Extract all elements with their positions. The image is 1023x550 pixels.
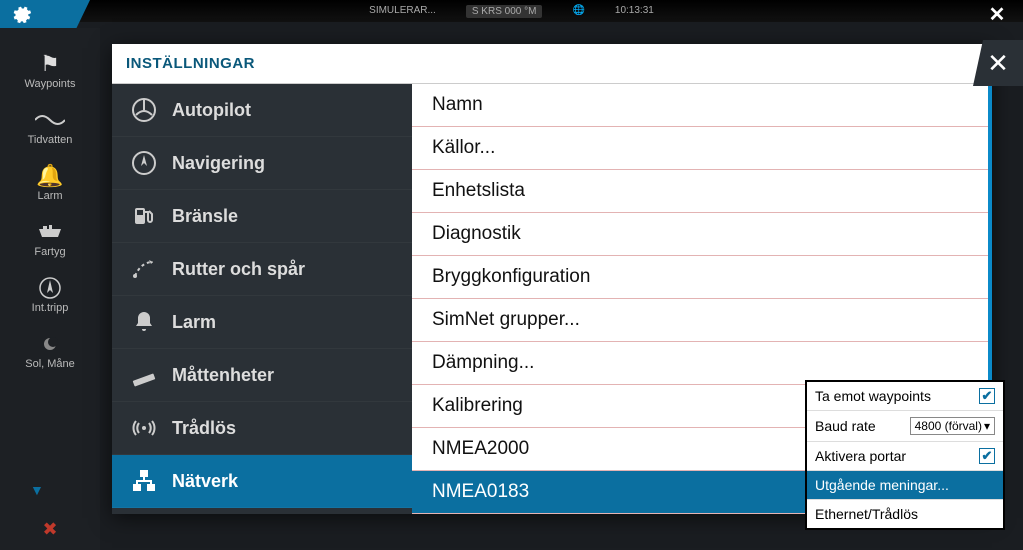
leftbar-sun-moon[interactable]: Sol, Måne xyxy=(0,326,100,376)
leftbar-tides[interactable]: Tidvatten xyxy=(0,102,100,152)
compass-icon xyxy=(39,276,61,300)
sidebar-item-units[interactable]: Måttenheter xyxy=(112,349,412,402)
wireless-icon xyxy=(130,414,158,442)
checkbox-checked-icon[interactable]: ✔ xyxy=(979,388,995,404)
status-bar: SIMULERAR... S KRS 000 °M 🌐 10:13:31 ✕ xyxy=(0,0,1023,22)
cancel-icon: ✖ xyxy=(42,519,57,539)
baud-rate-select[interactable]: 4800 (förval) ▾ xyxy=(910,417,995,435)
flag-icon: ⚑ xyxy=(40,52,60,76)
popup-outgoing-sentences[interactable]: Utgående meningar... xyxy=(807,471,1003,500)
popup-ethernet-wireless[interactable]: Ethernet/Trådlös xyxy=(807,500,1003,528)
status-time: 10:13:31 xyxy=(615,5,654,18)
dropdown-caret-icon: ▾ xyxy=(984,419,990,433)
sidebar-item-navigation[interactable]: Navigering xyxy=(112,137,412,190)
content-item-damping[interactable]: Dämpning... xyxy=(412,342,988,385)
dialog-title: INSTÄLLNINGAR xyxy=(112,44,992,84)
compass-icon xyxy=(130,149,158,177)
left-toolbar: ⚑ Waypoints Tidvatten 🔔 Larm Fartyg Int.… xyxy=(0,28,100,550)
chevron-down-icon[interactable]: ▼ xyxy=(30,482,44,498)
content-item-bridgeconfig[interactable]: Bryggkonfiguration xyxy=(412,256,988,299)
content-item-diagnostics[interactable]: Diagnostik xyxy=(412,213,988,256)
settings-sidebar: Autopilot Navigering Bränsle Rutter och … xyxy=(112,84,412,514)
ship-icon xyxy=(37,220,63,244)
popup-baud-rate[interactable]: Baud rate 4800 (förval) ▾ xyxy=(807,411,1003,442)
network-icon xyxy=(130,467,158,495)
leftbar-alarms[interactable]: 🔔 Larm xyxy=(0,158,100,208)
sidebar-item-wireless[interactable]: Trådlös xyxy=(112,402,412,455)
sidebar-item-alarms[interactable]: Larm xyxy=(112,296,412,349)
content-item-sources[interactable]: Källor... xyxy=(412,127,988,170)
status-sim: SIMULERAR... xyxy=(369,5,436,18)
content-item-simnet[interactable]: SimNet grupper... xyxy=(412,299,988,342)
ruler-icon xyxy=(130,361,158,389)
content-item-devicelist[interactable]: Enhetslista xyxy=(412,170,988,213)
globe-icon: 🌐 xyxy=(572,5,584,18)
bell-icon xyxy=(130,308,158,336)
content-item-name[interactable]: Namn xyxy=(412,84,988,127)
bell-icon: 🔔 xyxy=(36,164,63,188)
steering-wheel-icon xyxy=(130,96,158,124)
leftbar-vessels[interactable]: Fartyg xyxy=(0,214,100,264)
close-icon[interactable]: ✕ xyxy=(977,0,1017,28)
leftbar-cancel[interactable]: ✖ xyxy=(42,519,57,540)
route-icon xyxy=(130,255,158,283)
sun-moon-icon xyxy=(38,332,62,356)
leftbar-waypoints[interactable]: ⚑ Waypoints xyxy=(0,46,100,96)
nmea0183-popup: Ta emot waypoints ✔ Baud rate 4800 (förv… xyxy=(805,380,1005,530)
sidebar-item-routes[interactable]: Rutter och spår xyxy=(112,243,412,296)
leftbar-trip[interactable]: Int.tripp xyxy=(0,270,100,320)
close-icon: ✕ xyxy=(987,48,1009,79)
status-course: S KRS 000 °M xyxy=(466,5,543,18)
sidebar-item-fuel[interactable]: Bränsle xyxy=(112,190,412,243)
sidebar-item-network[interactable]: Nätverk xyxy=(112,455,412,508)
gear-icon xyxy=(10,3,32,25)
sidebar-item-autopilot[interactable]: Autopilot xyxy=(112,84,412,137)
popup-enable-ports[interactable]: Aktivera portar ✔ xyxy=(807,442,1003,471)
wave-icon xyxy=(35,108,65,132)
popup-receive-waypoints[interactable]: Ta emot waypoints ✔ xyxy=(807,382,1003,411)
checkbox-checked-icon[interactable]: ✔ xyxy=(979,448,995,464)
gear-tab[interactable] xyxy=(0,0,90,28)
fuel-pump-icon xyxy=(130,202,158,230)
